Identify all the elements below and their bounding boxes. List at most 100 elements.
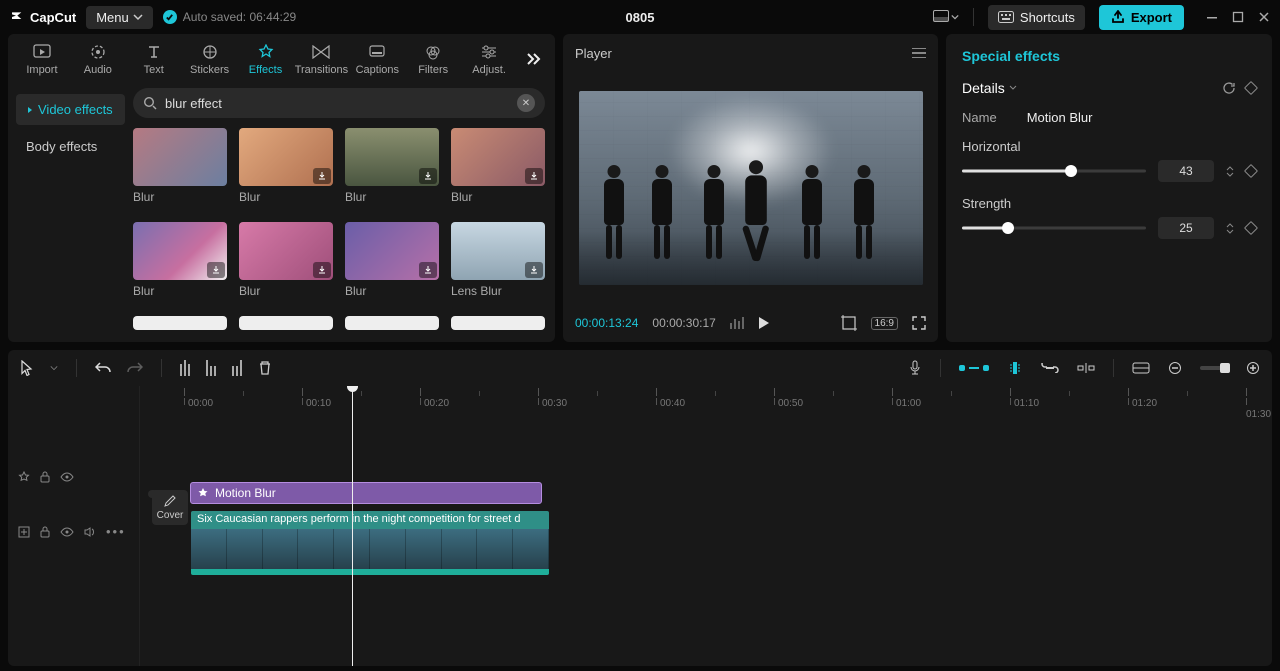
param-horizontal-stepper[interactable] (1226, 166, 1234, 177)
effect-track-header (8, 462, 139, 492)
param-strength-keyframe[interactable] (1246, 223, 1256, 233)
split-button[interactable] (180, 360, 190, 376)
tab-import[interactable]: Import (14, 35, 70, 83)
player-menu-button[interactable] (912, 48, 926, 59)
effect-thumb[interactable] (451, 316, 545, 338)
playhead[interactable] (352, 386, 353, 666)
play-button[interactable] (758, 316, 770, 330)
volume-meter-icon[interactable] (730, 317, 744, 329)
search-input[interactable] (165, 96, 509, 111)
download-icon (525, 262, 543, 278)
tab-adjust[interactable]: Adjust. (461, 35, 517, 83)
effect-thumb[interactable]: Blur (133, 128, 227, 212)
video-track-mute-icon[interactable] (84, 524, 96, 539)
video-clip-title: Six Caucasian rappers perform in the nig… (191, 511, 549, 529)
zoom-in-button[interactable] (1246, 361, 1260, 375)
fullscreen-button[interactable] (912, 316, 926, 330)
project-title[interactable]: 0805 (626, 10, 655, 25)
timeline: ••• 00:0000:1000:2000:3000:4000:5001:000… (8, 386, 1272, 666)
autosave-status: Auto saved: 06:44:29 (163, 10, 296, 24)
tab-stickers[interactable]: Stickers (182, 35, 238, 83)
effect-thumb[interactable]: Blur (133, 222, 227, 306)
tab-filters[interactable]: Filters (405, 35, 461, 83)
effect-thumb[interactable] (133, 316, 227, 338)
preview-render-button[interactable] (1132, 362, 1150, 374)
sidebar-item-video-effects[interactable]: Video effects (16, 94, 125, 125)
undo-button[interactable] (95, 361, 111, 375)
sfx-details-header[interactable]: Details (962, 80, 1017, 96)
param-strength-stepper[interactable] (1226, 223, 1234, 234)
tab-captions[interactable]: Captions (349, 35, 405, 83)
layout-presets-button[interactable] (933, 10, 959, 24)
effect-track-effect-icon[interactable] (18, 471, 30, 483)
window-maximize-button[interactable] (1232, 11, 1244, 23)
trim-right-button[interactable] (232, 360, 242, 376)
player-viewport[interactable] (563, 72, 938, 304)
export-button[interactable]: Export (1099, 5, 1184, 30)
effect-thumb[interactable] (345, 316, 439, 338)
ruler-tick: 00:50 (774, 388, 803, 409)
effect-thumb[interactable]: Blur (345, 222, 439, 306)
trim-left-button[interactable] (206, 360, 216, 376)
effect-clip-label: Motion Blur (215, 486, 276, 500)
sidebar-item-body-effects[interactable]: Body effects (16, 131, 125, 162)
keyframe-button[interactable] (1246, 81, 1256, 95)
aspect-ratio-badge[interactable]: 16:9 (871, 317, 898, 330)
crop-button[interactable] (841, 315, 857, 331)
effects-thumbnails: BlurBlurBlurBlurBlurBlurBlurLens Blur (133, 128, 545, 342)
effect-thumb[interactable]: Lens Blur (451, 222, 545, 306)
effects-search[interactable]: ✕ (133, 88, 545, 118)
tab-transitions[interactable]: Transitions (293, 35, 349, 83)
reset-button[interactable] (1222, 81, 1236, 95)
param-strength-slider[interactable] (962, 220, 1146, 236)
effect-clip[interactable]: Motion Blur (190, 482, 542, 504)
magnet-toggle[interactable] (959, 365, 989, 371)
download-icon (313, 168, 331, 184)
timecode-current: 00:00:13:24 (575, 316, 638, 330)
param-strength-value[interactable]: 25 (1158, 217, 1214, 239)
effect-thumb[interactable]: Blur (451, 128, 545, 212)
zoom-out-button[interactable] (1168, 361, 1182, 375)
effect-thumb[interactable]: Blur (345, 128, 439, 212)
keyboard-icon (998, 11, 1014, 23)
video-track-lock-icon[interactable] (40, 524, 50, 539)
chevron-down-icon[interactable] (50, 364, 58, 372)
clear-search-button[interactable]: ✕ (517, 94, 535, 112)
effect-track-visibility-icon[interactable] (60, 472, 74, 482)
video-track-add-icon[interactable] (18, 524, 30, 539)
redo-button[interactable] (127, 361, 143, 375)
tab-effects[interactable]: Effects (238, 35, 294, 83)
video-clip[interactable]: Six Caucasian rappers perform in the nig… (190, 510, 550, 576)
tab-audio[interactable]: Audio (70, 35, 126, 83)
check-circle-icon (163, 10, 177, 24)
auto-snap-toggle[interactable] (1007, 361, 1023, 375)
effect-thumb[interactable]: Blur (239, 128, 333, 212)
zoom-slider[interactable] (1200, 366, 1228, 370)
param-horizontal-slider[interactable] (962, 163, 1146, 179)
tab-text[interactable]: Text (126, 35, 182, 83)
top-bar: CapCut Menu Auto saved: 06:44:29 0805 Sh… (0, 0, 1280, 34)
menu-button[interactable]: Menu (86, 6, 153, 29)
pointer-tool[interactable] (20, 360, 34, 376)
window-close-button[interactable] (1258, 11, 1270, 23)
record-audio-button[interactable] (908, 360, 922, 376)
preview-axis-button[interactable] (1077, 362, 1095, 374)
video-track-more-icon[interactable]: ••• (106, 524, 126, 539)
video-track-visibility-icon[interactable] (60, 524, 74, 539)
delete-button[interactable] (258, 360, 272, 376)
player-title: Player (575, 46, 612, 61)
effect-thumb[interactable] (239, 316, 333, 338)
effect-thumb-label: Blur (345, 190, 439, 204)
timeline-body[interactable]: 00:0000:1000:2000:3000:4000:5001:0001:10… (140, 386, 1272, 666)
param-horizontal-keyframe[interactable] (1246, 166, 1256, 176)
effect-track-lock-icon[interactable] (40, 471, 50, 483)
timeline-toolbar (8, 350, 1272, 386)
shortcuts-button[interactable]: Shortcuts (988, 5, 1085, 30)
tabs-more-button[interactable] (517, 52, 549, 66)
effect-thumb[interactable]: Blur (239, 222, 333, 306)
autosave-label: Auto saved: 06:44:29 (183, 10, 296, 24)
timeline-ruler[interactable]: 00:0000:1000:2000:3000:4000:5001:0001:10… (140, 386, 1272, 406)
link-toggle[interactable] (1041, 363, 1059, 373)
window-minimize-button[interactable] (1206, 11, 1218, 23)
param-horizontal-value[interactable]: 43 (1158, 160, 1214, 182)
